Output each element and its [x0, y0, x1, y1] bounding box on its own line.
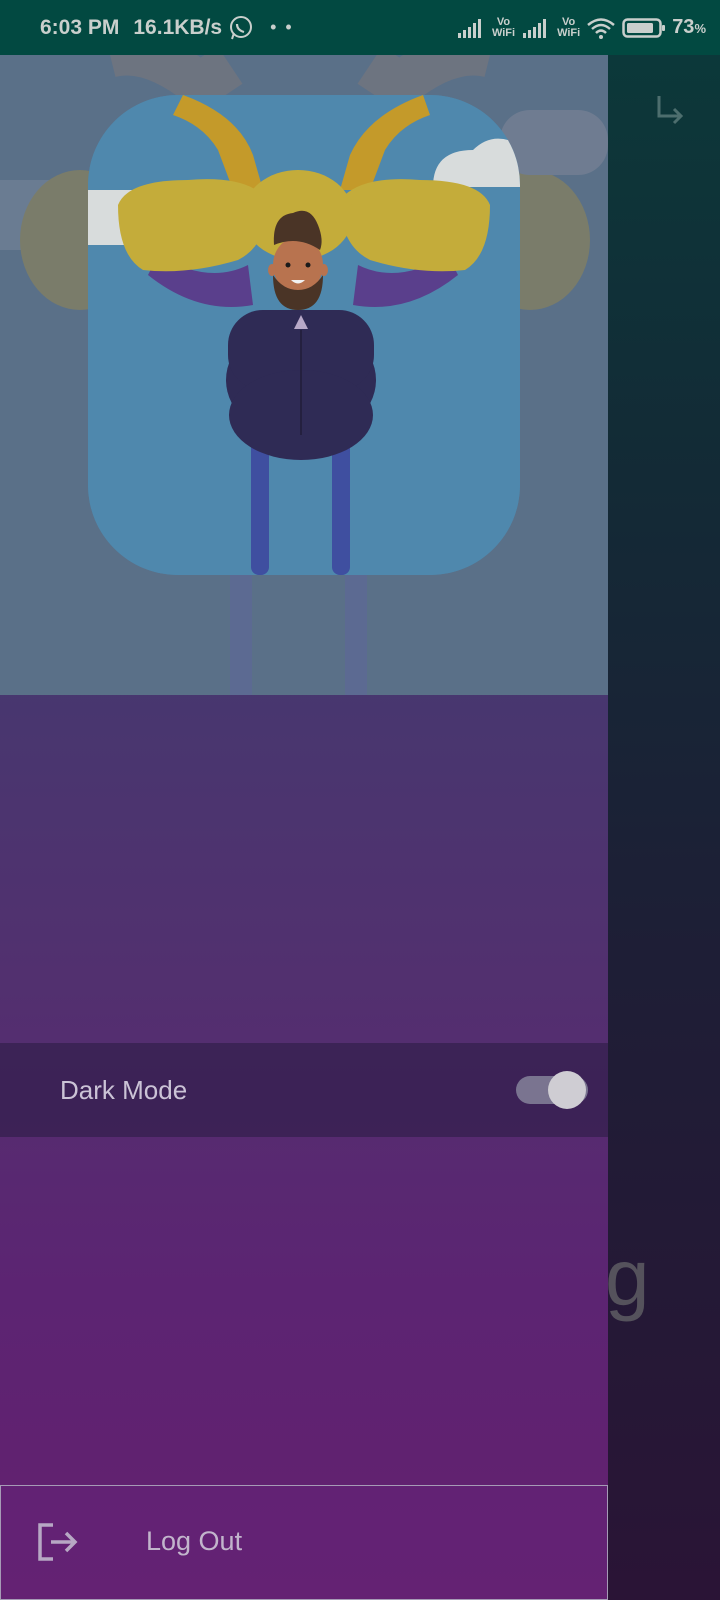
background-partial-text: g — [605, 1233, 650, 1322]
status-indicators: Vo WiFi Vo WiFi 73% — [456, 0, 706, 55]
dark-mode-label: Dark Mode — [60, 1074, 188, 1105]
logout-icon — [38, 1523, 78, 1561]
whatsapp-icon — [230, 15, 253, 39]
profile-avatar[interactable] — [88, 95, 520, 575]
drawer-header-image — [0, 55, 608, 695]
signal-icon — [457, 18, 481, 38]
status-network-speed: 16.1KB/s — [133, 15, 223, 39]
wifi-icon — [587, 17, 615, 39]
battery-icon — [622, 17, 666, 38]
status-time: 6:03 PM — [40, 15, 120, 39]
subdirectory-arrow-icon[interactable] — [650, 90, 690, 130]
battery-percentage: 73% — [672, 16, 706, 38]
signal-icon — [523, 18, 547, 38]
status-more-notifications: • • — [270, 17, 294, 37]
logout-label: Log Out — [146, 1526, 243, 1556]
dark-mode-toggle[interactable] — [516, 1071, 588, 1109]
logout-button[interactable]: Log Out — [0, 1485, 608, 1600]
toggle-knob — [548, 1071, 586, 1109]
avatar-illustration — [88, 95, 520, 575]
status-bar: 6:03 PM 16.1KB/s • • Vo WiFi Vo WiFi 73% — [0, 0, 720, 55]
volte-wifi-indicator-1: Vo WiFi — [491, 15, 516, 39]
navigation-drawer: Dark Mode Log Out — [0, 55, 608, 1600]
dark-mode-row[interactable]: Dark Mode — [0, 1043, 608, 1137]
volte-wifi-indicator-2: Vo WiFi — [557, 15, 581, 39]
